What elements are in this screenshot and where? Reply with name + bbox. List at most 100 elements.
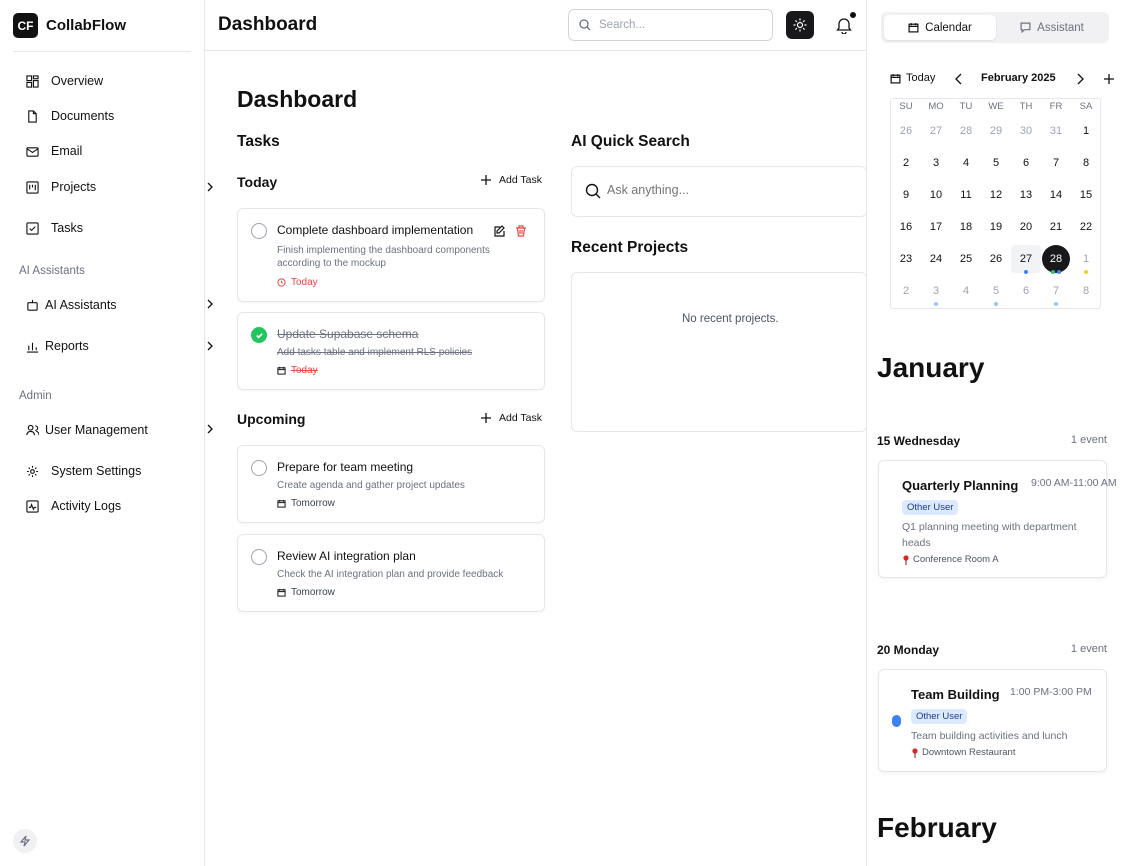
calendar-day[interactable]: 9 bbox=[891, 181, 921, 209]
calendar-day[interactable]: 25 bbox=[951, 245, 981, 273]
calendar-day[interactable]: 3 bbox=[921, 277, 951, 306]
sidebar-item-activity-logs[interactable]: Activity Logs bbox=[26, 499, 121, 513]
calendar-day[interactable]: 5 bbox=[981, 277, 1011, 306]
calendar-day[interactable]: 27 bbox=[1011, 245, 1041, 274]
plus-icon[interactable] bbox=[1103, 73, 1115, 85]
calendar-day[interactable]: 7 bbox=[1041, 277, 1071, 306]
mail-icon bbox=[26, 146, 39, 157]
calendar-day-number: 24 bbox=[929, 253, 943, 265]
calendar-day[interactable]: 19 bbox=[981, 213, 1011, 241]
weekday-label: TU bbox=[959, 101, 973, 112]
calendar-day[interactable]: 31 bbox=[1041, 117, 1071, 145]
ai-search-box[interactable] bbox=[571, 166, 867, 217]
today-button[interactable]: Today bbox=[890, 72, 935, 84]
sidebar-item-label: Tasks bbox=[51, 221, 83, 235]
calendar-day[interactable]: 22 bbox=[1071, 213, 1101, 241]
calendar-day[interactable]: 17 bbox=[921, 213, 951, 241]
calendar-day[interactable]: 8 bbox=[1071, 277, 1101, 305]
quick-action-button[interactable] bbox=[13, 829, 37, 853]
task-checkbox[interactable] bbox=[251, 549, 267, 565]
calendar-day[interactable]: 1 bbox=[1071, 245, 1101, 274]
sidebar-item-overview[interactable]: Overview bbox=[26, 74, 103, 88]
calendar-day[interactable]: 6 bbox=[1011, 277, 1041, 305]
calendar-day[interactable]: 7 bbox=[1041, 149, 1071, 177]
calendar-day[interactable]: 20 bbox=[1011, 213, 1041, 241]
calendar-day-number: 9 bbox=[902, 189, 910, 201]
chevron-right-icon[interactable] bbox=[205, 341, 215, 351]
tab-assistant[interactable]: Assistant bbox=[998, 15, 1106, 40]
sidebar-item-documents[interactable]: Documents bbox=[26, 109, 114, 123]
calendar-day[interactable]: 4 bbox=[951, 277, 981, 305]
grid-icon bbox=[26, 74, 39, 88]
event-card[interactable]: Team Building 1:00 PM-3:00 PM Other User… bbox=[878, 669, 1107, 772]
sidebar-item-projects[interactable]: Projects bbox=[26, 180, 96, 194]
calendar-day[interactable]: 5 bbox=[981, 149, 1011, 177]
add-task-button[interactable]: Add Task bbox=[481, 412, 542, 424]
calendar-day[interactable]: 16 bbox=[891, 213, 921, 241]
task-checkbox-checked[interactable] bbox=[251, 327, 267, 343]
search-input[interactable] bbox=[599, 19, 759, 31]
calendar-day[interactable]: 11 bbox=[951, 181, 981, 209]
calendar-day[interactable]: 28 bbox=[951, 117, 981, 145]
calendar-day[interactable]: 10 bbox=[921, 181, 951, 209]
calendar-day[interactable]: 4 bbox=[951, 149, 981, 177]
task-checkbox[interactable] bbox=[251, 460, 267, 476]
calendar-day[interactable]: 14 bbox=[1041, 181, 1071, 209]
sidebar-item-email[interactable]: Email bbox=[26, 144, 82, 158]
calendar-day[interactable]: 1 bbox=[1071, 117, 1101, 145]
weekday-label: FR bbox=[1049, 101, 1063, 112]
event-card[interactable]: Quarterly Planning 9:00 AM-11:00 AM Othe… bbox=[878, 460, 1117, 578]
event-location: Conference Room A bbox=[902, 554, 999, 565]
calendar-day[interactable]: 15 bbox=[1071, 181, 1101, 209]
kanban-icon bbox=[26, 180, 39, 194]
calendar-day-number: 6 bbox=[1022, 285, 1030, 297]
sidebar-item-system-settings[interactable]: System Settings bbox=[26, 464, 141, 478]
search-box[interactable] bbox=[568, 9, 773, 41]
task-card[interactable]: Prepare for team meeting Create agenda a… bbox=[237, 445, 545, 523]
calendar-day[interactable]: 23 bbox=[891, 245, 921, 273]
month-heading: January bbox=[877, 352, 985, 383]
sidebar-item-tasks[interactable]: Tasks bbox=[26, 221, 83, 235]
chevron-right-icon[interactable] bbox=[1075, 73, 1085, 85]
add-task-button[interactable]: Add Task bbox=[481, 174, 542, 186]
ai-search-title: AI Quick Search bbox=[571, 133, 690, 150]
sidebar: CF CollabFlow Overview Documents Email P… bbox=[0, 0, 213, 866]
brand[interactable]: CF CollabFlow bbox=[13, 13, 126, 38]
calendar-day[interactable]: 30 bbox=[1011, 117, 1041, 145]
calendar-day[interactable]: 2 bbox=[891, 149, 921, 177]
sidebar-item-user-management[interactable]: User Management bbox=[26, 423, 148, 437]
calendar-day-number: 26 bbox=[989, 253, 1003, 265]
calendar-day[interactable]: 3 bbox=[921, 149, 951, 177]
calendar-day[interactable]: 24 bbox=[921, 245, 951, 273]
task-checkbox[interactable] bbox=[251, 223, 267, 239]
calendar-day[interactable]: 13 bbox=[1011, 181, 1041, 209]
calendar-day[interactable]: 2 bbox=[891, 277, 921, 305]
sidebar-item-ai-assistants[interactable]: AI Assistants bbox=[26, 298, 117, 312]
calendar-day[interactable]: 26 bbox=[981, 245, 1011, 273]
task-card[interactable]: Review AI integration plan Check the AI … bbox=[237, 534, 545, 612]
event-count: 1 event bbox=[1070, 643, 1107, 655]
edit-icon[interactable] bbox=[493, 225, 505, 237]
trash-icon[interactable] bbox=[515, 225, 527, 237]
task-card[interactable]: Update Supabase schema Add tasks table a… bbox=[237, 312, 545, 390]
calendar-day[interactable]: 27 bbox=[921, 117, 951, 145]
calendar-day[interactable]: 18 bbox=[951, 213, 981, 241]
month-label: February 2025 bbox=[981, 72, 1056, 84]
sidebar-item-reports[interactable]: Reports bbox=[26, 339, 89, 353]
calendar-day[interactable]: 6 bbox=[1011, 149, 1041, 177]
tab-calendar[interactable]: Calendar bbox=[884, 15, 996, 40]
calendar-day[interactable]: 12 bbox=[981, 181, 1011, 209]
chevron-right-icon[interactable] bbox=[205, 424, 215, 434]
theme-toggle-button[interactable] bbox=[786, 11, 814, 39]
ai-search-input[interactable] bbox=[607, 183, 847, 197]
chevron-right-icon[interactable] bbox=[205, 299, 215, 309]
task-card[interactable]: Complete dashboard implementation Finish… bbox=[237, 208, 545, 302]
chevron-right-icon[interactable] bbox=[205, 182, 215, 192]
calendar-day[interactable]: 29 bbox=[981, 117, 1011, 145]
calendar-day[interactable]: 21 bbox=[1041, 213, 1071, 241]
calendar-day[interactable]: 8 bbox=[1071, 149, 1101, 177]
bell-icon[interactable] bbox=[836, 16, 852, 34]
chevron-left-icon[interactable] bbox=[954, 73, 964, 85]
calendar-day[interactable]: 26 bbox=[891, 117, 921, 145]
calendar-day-selected[interactable]: 28 bbox=[1041, 245, 1071, 274]
